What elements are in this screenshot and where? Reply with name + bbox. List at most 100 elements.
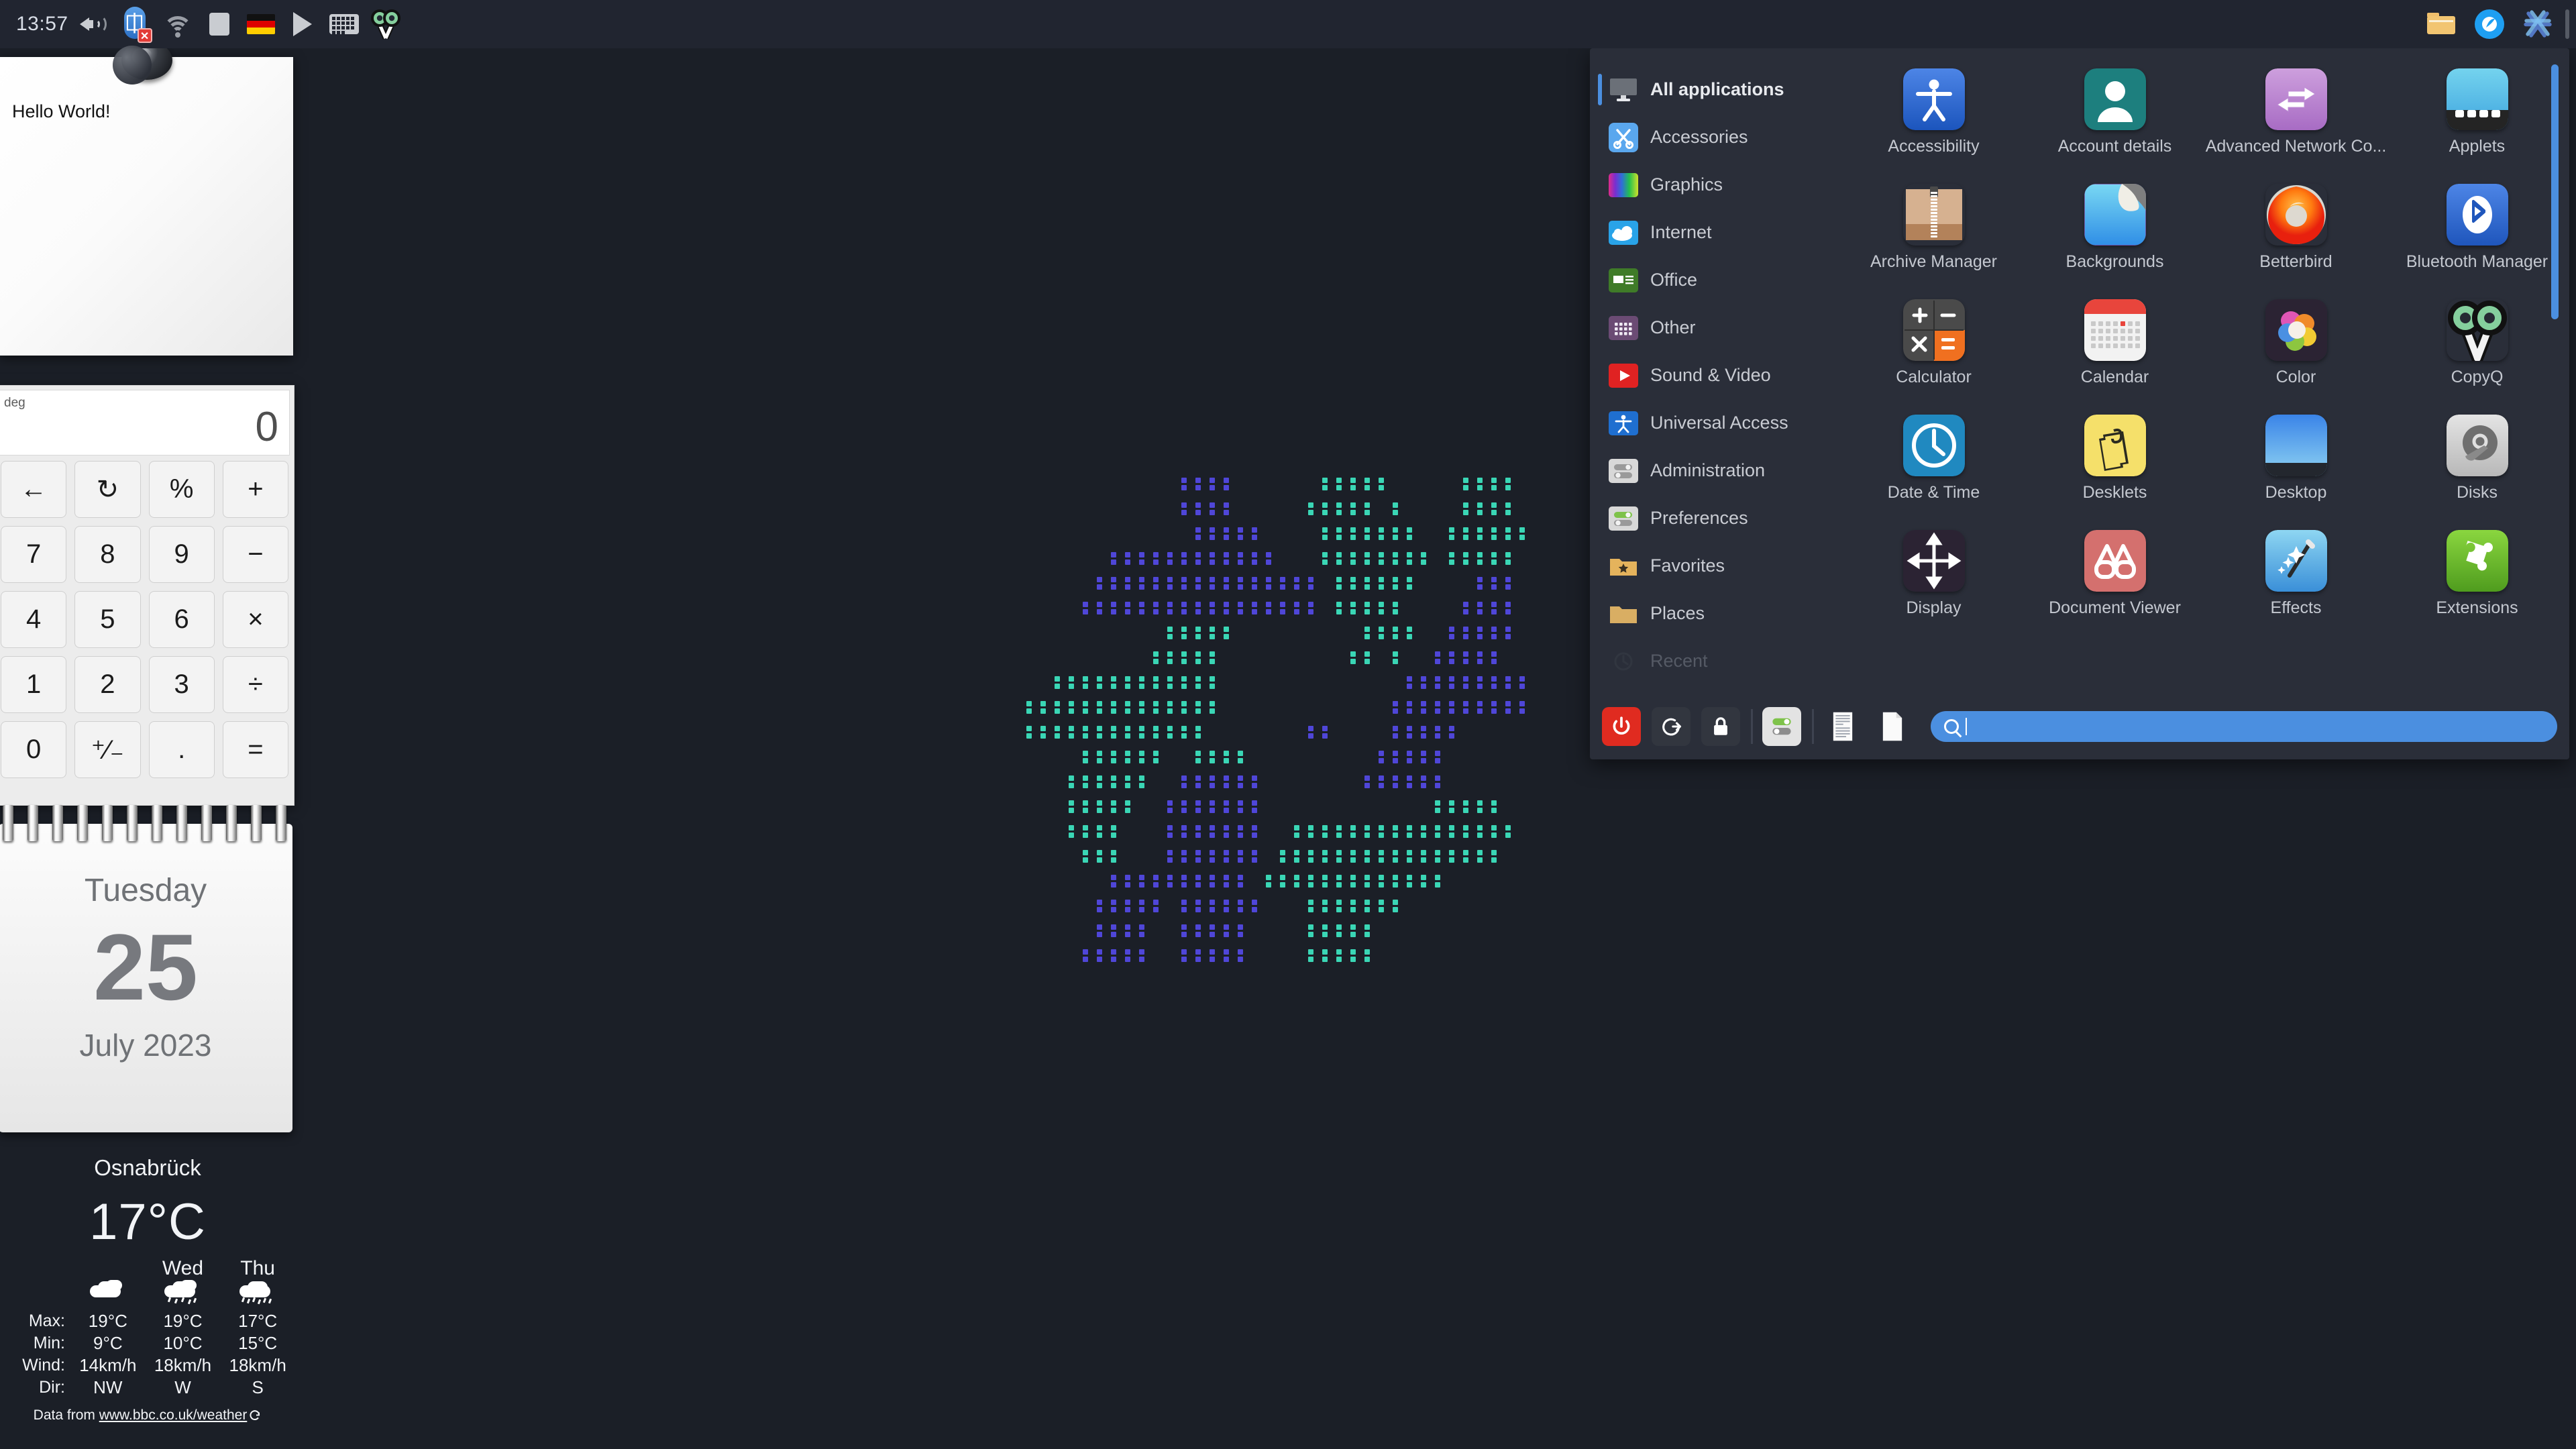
app-item[interactable]: Advanced Network Co... <box>2205 60 2387 176</box>
app-item[interactable]: Date & Time <box>1845 407 2023 522</box>
sticky-note-desklet[interactable]: Hello World! <box>0 41 293 356</box>
calculator-key[interactable]: ÷ <box>222 656 288 713</box>
calculator-key[interactable]: 2 <box>74 656 141 713</box>
app-item[interactable]: Applets <box>2388 60 2566 176</box>
text-cursor <box>1966 718 1967 735</box>
app-item[interactable]: Effects <box>2207 522 2385 637</box>
calendar-ring <box>276 805 286 841</box>
app-item[interactable]: Betterbird <box>2207 176 2385 291</box>
category-label: Favorites <box>1650 555 1725 576</box>
app-item[interactable]: CopyQ <box>2388 291 2566 407</box>
weather-source-link[interactable]: www.bbc.co.uk/weather <box>99 1407 248 1423</box>
category-item-accessories[interactable]: Accessories <box>1590 113 1838 161</box>
clock-applet[interactable]: 13:57 <box>7 13 74 36</box>
weather-row-min: Min: 9°C 10°C 15°C <box>0 1332 295 1354</box>
calendar-ring <box>3 805 13 841</box>
category-label: Recent <box>1650 651 1708 671</box>
calculator-key[interactable]: ← <box>1 461 67 518</box>
file-manager-icon[interactable] <box>2420 0 2462 48</box>
weather-wind-wed: 18km/h <box>154 1355 212 1375</box>
app-item[interactable]: Desklets <box>2026 407 2204 522</box>
search-box[interactable] <box>1931 711 2557 742</box>
category-item-universal-access[interactable]: Universal Access <box>1590 399 1838 447</box>
folder-star-icon <box>1609 551 1638 581</box>
onscreen-keyboard-icon[interactable] <box>323 0 365 48</box>
scrollbar-thumb[interactable] <box>2551 64 2559 319</box>
app-label: Backgrounds <box>2065 252 2164 271</box>
calendar-desklet[interactable]: Tuesday 25 July 2023 <box>0 805 295 1135</box>
gradient-icon <box>1609 170 1638 200</box>
calculator-key[interactable]: 4 <box>1 591 67 648</box>
calculator-key[interactable]: 1 <box>1 656 67 713</box>
app-item[interactable]: Color <box>2207 291 2385 407</box>
weather-label-wind: Wind: <box>22 1356 65 1375</box>
menu-separator-1 <box>1751 709 1753 744</box>
category-item-recent[interactable]: Recent <box>1590 637 1838 685</box>
category-item-preferences[interactable]: Preferences <box>1590 494 1838 542</box>
logout-button[interactable] <box>1652 707 1690 746</box>
calculator-key[interactable]: 7 <box>1 526 67 583</box>
category-item-favorites[interactable]: Favorites <box>1590 542 1838 590</box>
calculator-key[interactable]: 3 <box>148 656 215 713</box>
calculator-key[interactable]: = <box>222 721 288 778</box>
app-item[interactable]: Display <box>1845 522 2023 637</box>
app-label: Color <box>2275 368 2316 386</box>
weather-desklet[interactable]: Osnabrück 17°C Wed Thu Max: 19°C 19°C 17… <box>0 1140 295 1436</box>
app-item[interactable]: Bluetooth Manager <box>2388 176 2566 291</box>
app-label: Desktop <box>2265 483 2327 502</box>
calculator-desklet[interactable]: deg 0 ← ↻% +7 8 9−4 5 6 × 1 2 3 ÷ 0 ⁺⁄₋. = <box>0 385 294 806</box>
category-item-graphics[interactable]: Graphics <box>1590 161 1838 209</box>
calculator-value: 0 <box>255 404 278 450</box>
calculator-key[interactable]: + <box>222 461 288 518</box>
application-grid-scrollbar[interactable] <box>2551 64 2559 694</box>
app-item[interactable]: Extensions <box>2388 522 2566 637</box>
calculator-key[interactable]: 0 <box>1 721 67 778</box>
calculator-key[interactable]: . <box>148 721 215 778</box>
bluetooth-icon[interactable]: ⎅ ✕ <box>115 0 157 48</box>
app-item[interactable]: Disks <box>2388 407 2566 522</box>
calculator-key[interactable]: 6 <box>148 591 215 648</box>
lock-button[interactable] <box>1701 707 1740 746</box>
text-file-button[interactable] <box>1823 707 1862 746</box>
application-menu[interactable]: All applications Accessories Graphics Inter… <box>1590 48 2569 759</box>
category-item-sound-video[interactable]: Sound & Video <box>1590 352 1838 399</box>
category-item-places[interactable]: Places <box>1590 590 1838 637</box>
wifi-icon[interactable] <box>157 0 199 48</box>
copyq-icon[interactable] <box>365 0 407 48</box>
calculator-key[interactable]: ⁺⁄₋ <box>74 721 141 778</box>
app-item[interactable]: Account details <box>2026 60 2204 176</box>
calculator-key[interactable]: % <box>148 461 215 518</box>
category-item-internet[interactable]: Internet <box>1590 209 1838 256</box>
calculator-key[interactable]: 5 <box>74 591 141 648</box>
calculator-key[interactable]: 8 <box>74 526 141 583</box>
power-off-button[interactable] <box>1602 707 1641 746</box>
category-item-administration[interactable]: Administration <box>1590 447 1838 494</box>
settings-button[interactable] <box>1762 707 1801 746</box>
calculator-key[interactable]: − <box>222 526 288 583</box>
app-item[interactable]: Document Viewer <box>2026 522 2204 637</box>
volume-icon[interactable] <box>74 0 115 48</box>
blank-file-button[interactable] <box>1873 707 1912 746</box>
blank-applet-icon[interactable] <box>199 0 240 48</box>
app-label: Advanced Network Co... <box>2205 137 2387 156</box>
calculator-key[interactable]: × <box>222 591 288 648</box>
app-item[interactable]: Archive Manager <box>1845 176 2023 291</box>
media-play-icon[interactable] <box>282 0 323 48</box>
app-item[interactable]: Calculator <box>1845 291 2023 407</box>
search-input[interactable] <box>1974 717 2557 736</box>
category-item-other[interactable]: Other <box>1590 304 1838 352</box>
calculator-key[interactable]: ↻ <box>74 461 141 518</box>
weather-dir-today: NW <box>93 1377 123 1397</box>
app-item[interactable]: Accessibility <box>1845 60 2023 176</box>
calculator-key[interactable]: 9 <box>148 526 215 583</box>
german-flag-icon[interactable] <box>240 0 282 48</box>
nixos-logo-icon[interactable] <box>2517 0 2559 48</box>
category-item-office[interactable]: Office <box>1590 256 1838 304</box>
app-item[interactable]: Backgrounds <box>2026 176 2204 291</box>
app-item[interactable]: Desktop <box>2207 407 2385 522</box>
refresh-icon[interactable] <box>248 1409 262 1426</box>
category-item-all-applications[interactable]: All applications <box>1590 66 1838 113</box>
top-panel[interactable]: 13:57 ⎅ ✕ <box>0 0 2576 48</box>
web-browser-icon[interactable] <box>2469 0 2510 48</box>
app-item[interactable]: Calendar <box>2026 291 2204 407</box>
